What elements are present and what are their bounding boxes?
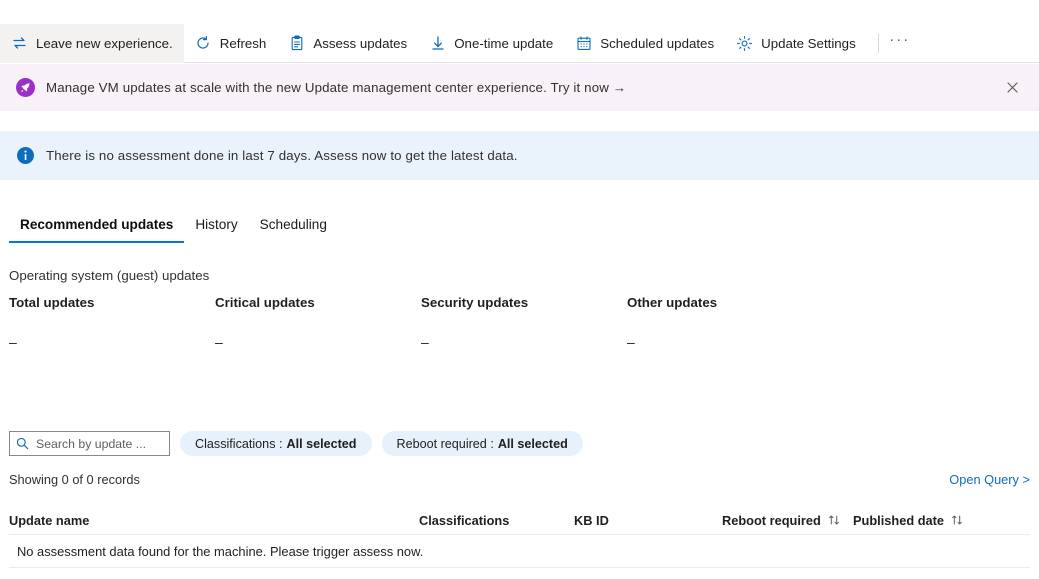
metric-total-updates: Total updates – — [9, 295, 215, 350]
promo-banner-text: Manage VM updates at scale with the new … — [46, 80, 626, 95]
search-icon — [16, 437, 29, 450]
toolbar-divider — [878, 34, 879, 53]
filter-pill-reboot-required-label: Reboot required : — [397, 437, 494, 451]
column-header-update-name-label: Update name — [9, 513, 89, 528]
calendar-icon — [575, 35, 592, 52]
metric-other-updates: Other updates – — [627, 295, 833, 350]
tab-scheduling[interactable]: Scheduling — [249, 214, 338, 243]
rocket-icon — [15, 78, 35, 98]
filter-pill-reboot-required[interactable]: Reboot required : All selected — [382, 431, 583, 456]
metric-total-updates-label: Total updates — [9, 295, 215, 334]
promo-banner-close-button[interactable] — [999, 75, 1025, 101]
os-updates-section-title: Operating system (guest) updates — [9, 268, 209, 283]
assess-updates-label: Assess updates — [313, 36, 407, 51]
column-header-reboot-required[interactable]: Reboot required — [722, 513, 853, 528]
search-input[interactable] — [34, 436, 163, 452]
refresh-icon — [195, 35, 212, 52]
updates-page: Leave new experience. Refresh Assess upd… — [0, 0, 1039, 579]
scheduled-updates-button[interactable]: Scheduled updates — [564, 24, 725, 63]
info-banner-text: There is no assessment done in last 7 da… — [46, 148, 518, 163]
download-arrow-icon — [429, 35, 446, 52]
gear-icon — [736, 35, 753, 52]
filter-pill-classifications[interactable]: Classifications : All selected — [180, 431, 372, 456]
column-header-update-name[interactable]: Update name — [9, 513, 419, 528]
tab-scheduling-label: Scheduling — [260, 217, 327, 232]
sort-icon[interactable] — [951, 514, 963, 526]
metric-critical-updates: Critical updates – — [215, 295, 421, 350]
metric-total-updates-value: – — [9, 334, 215, 350]
command-toolbar: Leave new experience. Refresh Assess upd… — [0, 24, 1039, 63]
search-box[interactable] — [9, 431, 170, 456]
column-header-published-date-label: Published date — [853, 513, 944, 528]
metric-critical-updates-value: – — [215, 334, 421, 350]
metric-security-updates: Security updates – — [421, 295, 627, 350]
filter-pill-reboot-required-value: All selected — [498, 437, 568, 451]
metric-critical-updates-label: Critical updates — [215, 295, 421, 334]
metric-security-updates-label: Security updates — [421, 295, 627, 334]
table-empty-message: No assessment data found for the machine… — [9, 535, 1030, 568]
toolbar-overflow-button[interactable]: ··· — [886, 28, 914, 58]
update-settings-label: Update Settings — [761, 36, 856, 51]
refresh-label: Refresh — [220, 36, 267, 51]
tab-recommended-updates-label: Recommended updates — [20, 217, 173, 232]
promo-banner-link[interactable]: Try it now — [551, 80, 609, 95]
promo-banner-message: Manage VM updates at scale with the new … — [46, 80, 551, 95]
filter-pill-classifications-label: Classifications : — [195, 437, 283, 451]
tab-list: Recommended updates History Scheduling — [9, 214, 338, 243]
leave-new-experience-label: Leave new experience. — [36, 36, 173, 51]
swap-arrows-icon — [11, 35, 28, 52]
one-time-update-label: One-time update — [454, 36, 553, 51]
tab-history[interactable]: History — [184, 214, 248, 243]
clipboard-icon — [288, 35, 305, 52]
column-header-classifications-label: Classifications — [419, 513, 509, 528]
tab-history-label: History — [195, 217, 237, 232]
promo-banner-arrow: → — [613, 80, 626, 95]
filter-bar: Classifications : All selected Reboot re… — [9, 431, 583, 456]
updates-table: Update name Classifications KB ID Reboot… — [9, 506, 1030, 568]
metric-security-updates-value: – — [421, 334, 627, 350]
info-icon — [15, 146, 35, 166]
tab-recommended-updates[interactable]: Recommended updates — [9, 214, 184, 243]
assess-updates-button[interactable]: Assess updates — [277, 24, 418, 63]
column-header-classifications[interactable]: Classifications — [419, 513, 574, 528]
column-header-published-date[interactable]: Published date — [853, 513, 1003, 528]
column-header-kb-id[interactable]: KB ID — [574, 513, 722, 528]
column-header-reboot-required-label: Reboot required — [722, 513, 821, 528]
update-metrics: Total updates – Critical updates – Secur… — [9, 295, 1029, 350]
open-query-link[interactable]: Open Query > — [949, 472, 1030, 487]
table-header-row: Update name Classifications KB ID Reboot… — [9, 506, 1030, 535]
sort-icon[interactable] — [828, 514, 840, 526]
records-count: Showing 0 of 0 records — [9, 472, 140, 487]
filter-pill-classifications-value: All selected — [287, 437, 357, 451]
leave-new-experience-button[interactable]: Leave new experience. — [0, 24, 184, 63]
column-header-kb-id-label: KB ID — [574, 513, 609, 528]
scheduled-updates-label: Scheduled updates — [600, 36, 714, 51]
metric-other-updates-label: Other updates — [627, 295, 833, 334]
refresh-button[interactable]: Refresh — [184, 24, 278, 63]
promo-banner: Manage VM updates at scale with the new … — [0, 64, 1039, 111]
one-time-update-button[interactable]: One-time update — [418, 24, 564, 63]
update-settings-button[interactable]: Update Settings — [725, 24, 867, 63]
info-banner: There is no assessment done in last 7 da… — [0, 131, 1039, 180]
metric-other-updates-value: – — [627, 334, 833, 350]
